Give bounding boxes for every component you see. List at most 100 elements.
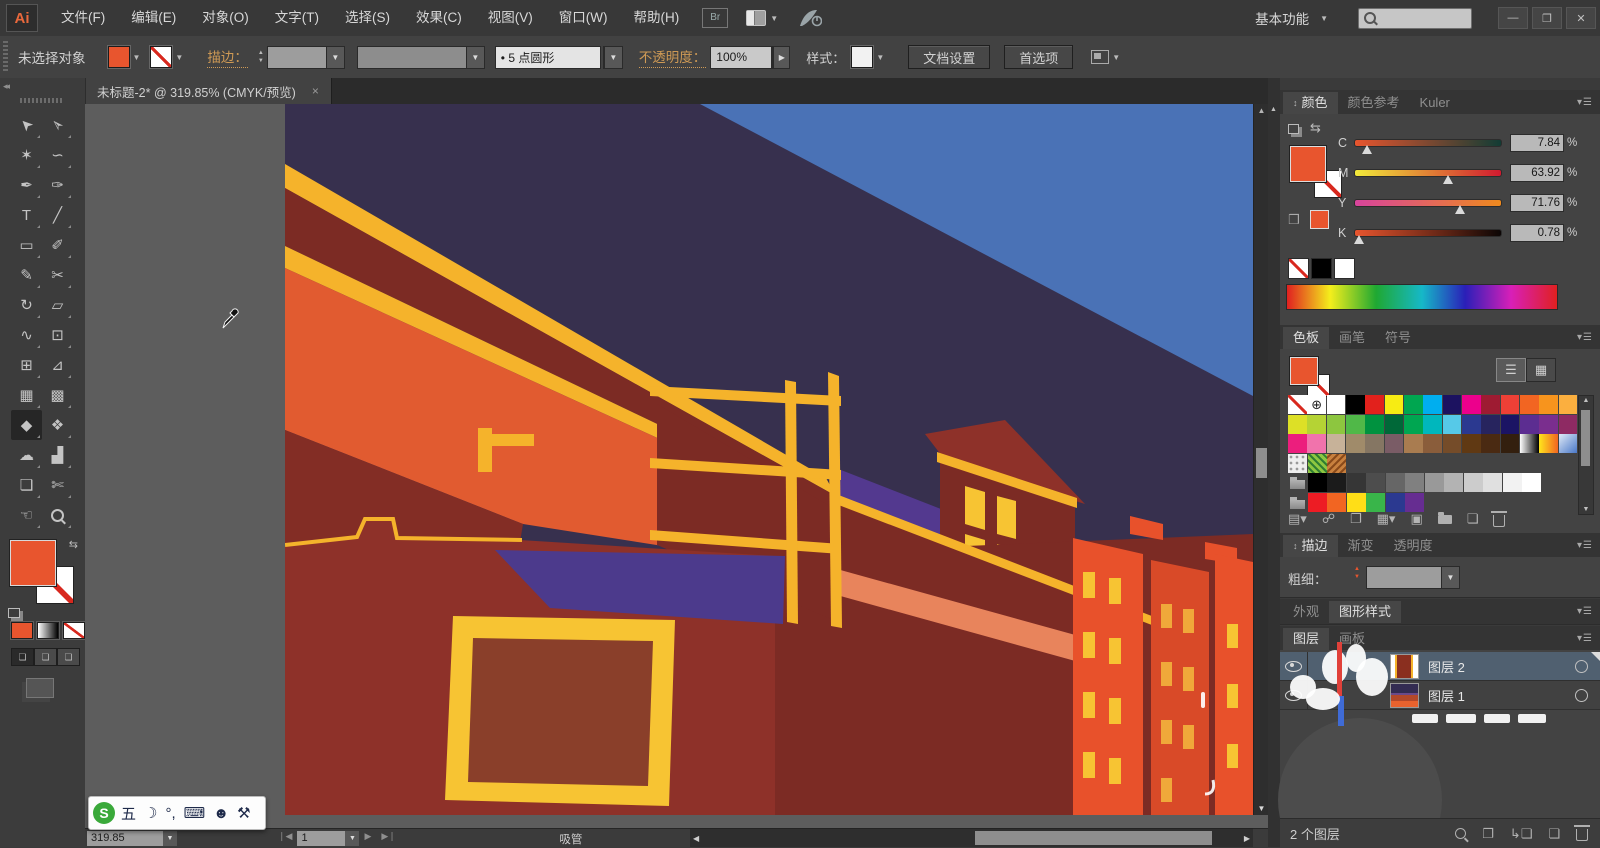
swatch[interactable] [1365, 414, 1385, 434]
swatch[interactable] [1500, 414, 1520, 434]
locate-object-icon[interactable] [1455, 828, 1467, 839]
menu-item[interactable]: 选择(S) [332, 1, 403, 35]
chevron-down-icon[interactable]: ▼ [163, 831, 177, 846]
new-color-group-icon[interactable] [1437, 511, 1452, 524]
in-gamut-color-chip[interactable] [1310, 210, 1329, 229]
channel-slider[interactable] [1354, 229, 1502, 244]
swatch-libraries-icon[interactable]: ▤▾ [1288, 511, 1307, 527]
tab-色板[interactable]: 色板 [1283, 327, 1330, 349]
style-swatch[interactable] [851, 46, 874, 68]
swatch[interactable] [1384, 414, 1404, 434]
swatch[interactable] [1423, 395, 1443, 414]
swatch[interactable] [1481, 395, 1501, 414]
swatch[interactable] [1405, 492, 1424, 512]
layer-target-circle[interactable] [1575, 688, 1588, 702]
ime-button[interactable]: °, [165, 805, 175, 822]
swatch[interactable] [1519, 434, 1539, 453]
black-chip[interactable] [1311, 258, 1332, 279]
tab-close-icon[interactable]: × [312, 84, 319, 98]
swatch-group-folder-icon[interactable] [1288, 492, 1307, 512]
chevron-down-icon[interactable]: ▼ [133, 53, 141, 62]
swatch-group-folder-icon[interactable] [1288, 473, 1307, 492]
swatch-scrollbar[interactable]: ▲ ▼ [1578, 395, 1594, 515]
none-button[interactable] [63, 622, 85, 639]
scroll-up-icon[interactable]: ▲ [1579, 397, 1593, 404]
swatch[interactable] [1539, 414, 1559, 434]
first-artboard-icon[interactable]: ❘◀ [278, 831, 292, 846]
vertical-scroll-thumb[interactable] [1256, 448, 1267, 478]
swatch[interactable] [1461, 434, 1481, 453]
channel-value[interactable]: 71.76 [1510, 194, 1564, 212]
swatch[interactable] [1385, 473, 1405, 492]
channel-slider[interactable] [1354, 199, 1502, 214]
lasso-tool[interactable]: ∽ [42, 140, 73, 170]
ime-button[interactable]: ⌨ [184, 804, 206, 822]
preferences-button[interactable]: 首选项 [1004, 45, 1074, 69]
swatch[interactable] [1365, 395, 1385, 414]
swatch[interactable] [1384, 434, 1404, 453]
tab-外观[interactable]: 外观 [1283, 601, 1329, 623]
zoom-tool[interactable] [42, 500, 73, 530]
swatch[interactable] [1522, 473, 1541, 492]
zoom-level-value[interactable]: 319.85 [87, 831, 163, 846]
opacity-combo[interactable]: 100% [710, 45, 773, 69]
layer-target-circle[interactable] [1575, 659, 1588, 673]
selection-tool[interactable]: ➤ [11, 110, 42, 140]
menu-item[interactable]: 文字(T) [262, 1, 332, 35]
stroke-weight-combo[interactable]: ▼ [266, 45, 345, 69]
swatch[interactable] [1345, 414, 1365, 434]
swatch[interactable] [1461, 414, 1481, 434]
swatch[interactable] [1366, 492, 1385, 512]
shape-builder-tool[interactable]: ⊞ [11, 350, 42, 380]
swatch[interactable] [1403, 434, 1423, 453]
swatch[interactable] [1483, 473, 1502, 492]
chevron-down-icon[interactable]: ▼ [175, 53, 183, 62]
swatch[interactable] [1500, 434, 1520, 453]
kuler-link-icon[interactable]: ☍ [1322, 511, 1335, 527]
swatch-registration[interactable]: ⊕ [1307, 395, 1327, 414]
layer-thumbnail[interactable] [1390, 653, 1419, 679]
swatch[interactable] [1288, 453, 1307, 473]
rectangle-tool[interactable]: ▭ [11, 230, 42, 260]
type-tool[interactable]: T [11, 200, 42, 230]
stroke-weight-combo[interactable]: ▼ [1366, 566, 1460, 589]
library-folder-icon[interactable]: ❐ [1350, 511, 1362, 527]
blob-brush-tool[interactable]: ✑ [42, 170, 73, 200]
swatch[interactable] [1366, 473, 1385, 492]
swatch[interactable] [1423, 434, 1443, 453]
swatch[interactable] [1345, 434, 1365, 453]
panel-menu-icon[interactable]: ▾☰ [1570, 332, 1600, 343]
canvas-area[interactable]: ▲ ▼ 319.85 ▼ ❘◀ 1 ▼ ▶ ▶❘ 吸管 ▶ ◀ ▶ S 五 ☽ °,… [85, 104, 1268, 847]
swatch[interactable] [1326, 395, 1346, 414]
swatch[interactable] [1327, 473, 1346, 492]
panel-menu-icon[interactable]: ▾☰ [1570, 606, 1600, 617]
swatch[interactable] [1444, 473, 1463, 492]
menu-item[interactable]: 编辑(E) [118, 1, 189, 35]
swap-colors-icon[interactable]: ⇆ [1310, 120, 1321, 136]
workspace-switcher[interactable]: 基本功能 ▼ [1255, 8, 1332, 28]
fill-proxy[interactable] [10, 540, 56, 586]
new-layer-icon[interactable]: ❏ [1548, 826, 1560, 842]
swatch[interactable] [1327, 492, 1346, 512]
ime-button[interactable]: ⚒ [237, 804, 250, 822]
clipping-mask-icon[interactable]: ❐ [1482, 826, 1494, 842]
gradient-tool[interactable]: ▩ [42, 380, 73, 410]
fill-proxy[interactable] [1290, 357, 1318, 385]
next-artboard-icon[interactable]: ▶ [364, 831, 371, 846]
tab-符号[interactable]: 符号 [1375, 327, 1421, 349]
swatch-none[interactable] [1288, 395, 1307, 414]
menu-item[interactable]: 窗口(W) [546, 1, 621, 35]
swatch-kinds-icon[interactable]: ▦▾ [1377, 511, 1396, 527]
white-chip[interactable] [1334, 258, 1355, 279]
swatch[interactable] [1539, 395, 1559, 414]
swatch[interactable] [1346, 492, 1366, 512]
width-profile-combo[interactable]: ▼ [356, 45, 485, 69]
swatch[interactable] [1327, 453, 1346, 473]
arrange-documents-icon[interactable] [746, 10, 767, 26]
none-chip[interactable] [1288, 258, 1309, 279]
horizontal-scrollbar[interactable]: ◀ ▶ [690, 828, 1253, 847]
artboard-navigation[interactable]: ❘◀ 1 ▼ ▶ ▶❘ [273, 831, 401, 846]
width-tool[interactable]: ∿ [11, 320, 42, 350]
layer-name[interactable]: 图层 2 [1428, 657, 1575, 676]
swatch[interactable] [1481, 414, 1501, 434]
